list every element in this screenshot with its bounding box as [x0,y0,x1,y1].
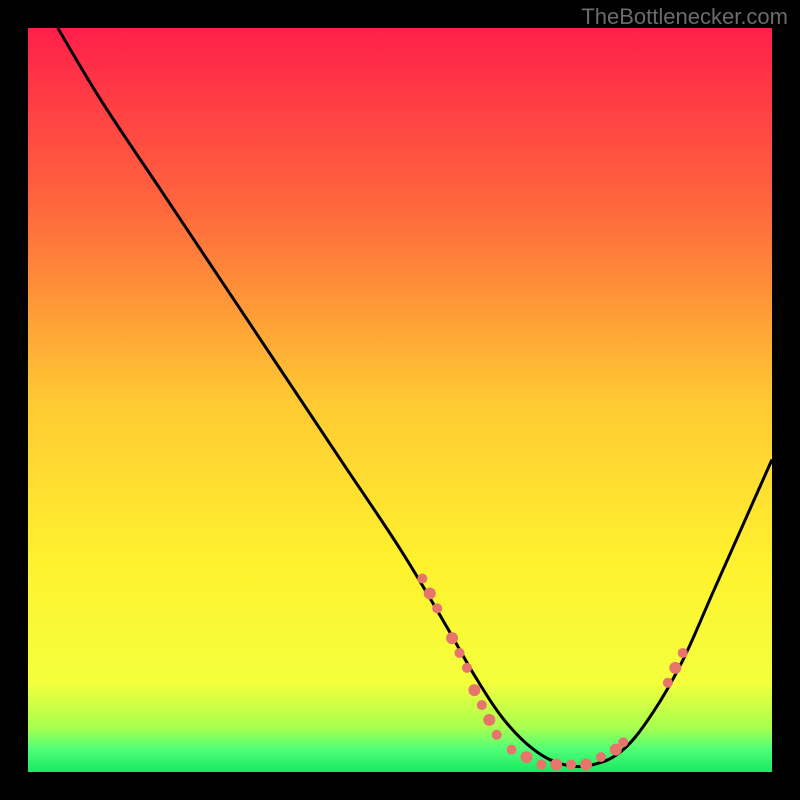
scatter-points-layer [28,28,772,772]
data-point [432,603,442,613]
data-point [550,759,562,771]
chart-container [28,28,772,772]
data-point [483,714,495,726]
data-point [580,759,592,771]
data-point [536,760,546,770]
data-point [424,587,436,599]
data-point [468,684,480,696]
data-point [446,632,458,644]
data-point [417,574,427,584]
data-point [477,700,487,710]
data-point [455,648,465,658]
data-point [618,737,628,747]
data-point [678,648,688,658]
data-point [596,752,606,762]
data-point [663,678,673,688]
data-point [520,751,532,763]
data-point [669,662,681,674]
data-point [507,745,517,755]
data-point [492,730,502,740]
data-point [462,663,472,673]
attribution-text: TheBottlenecker.com [581,4,788,30]
data-point [566,760,576,770]
